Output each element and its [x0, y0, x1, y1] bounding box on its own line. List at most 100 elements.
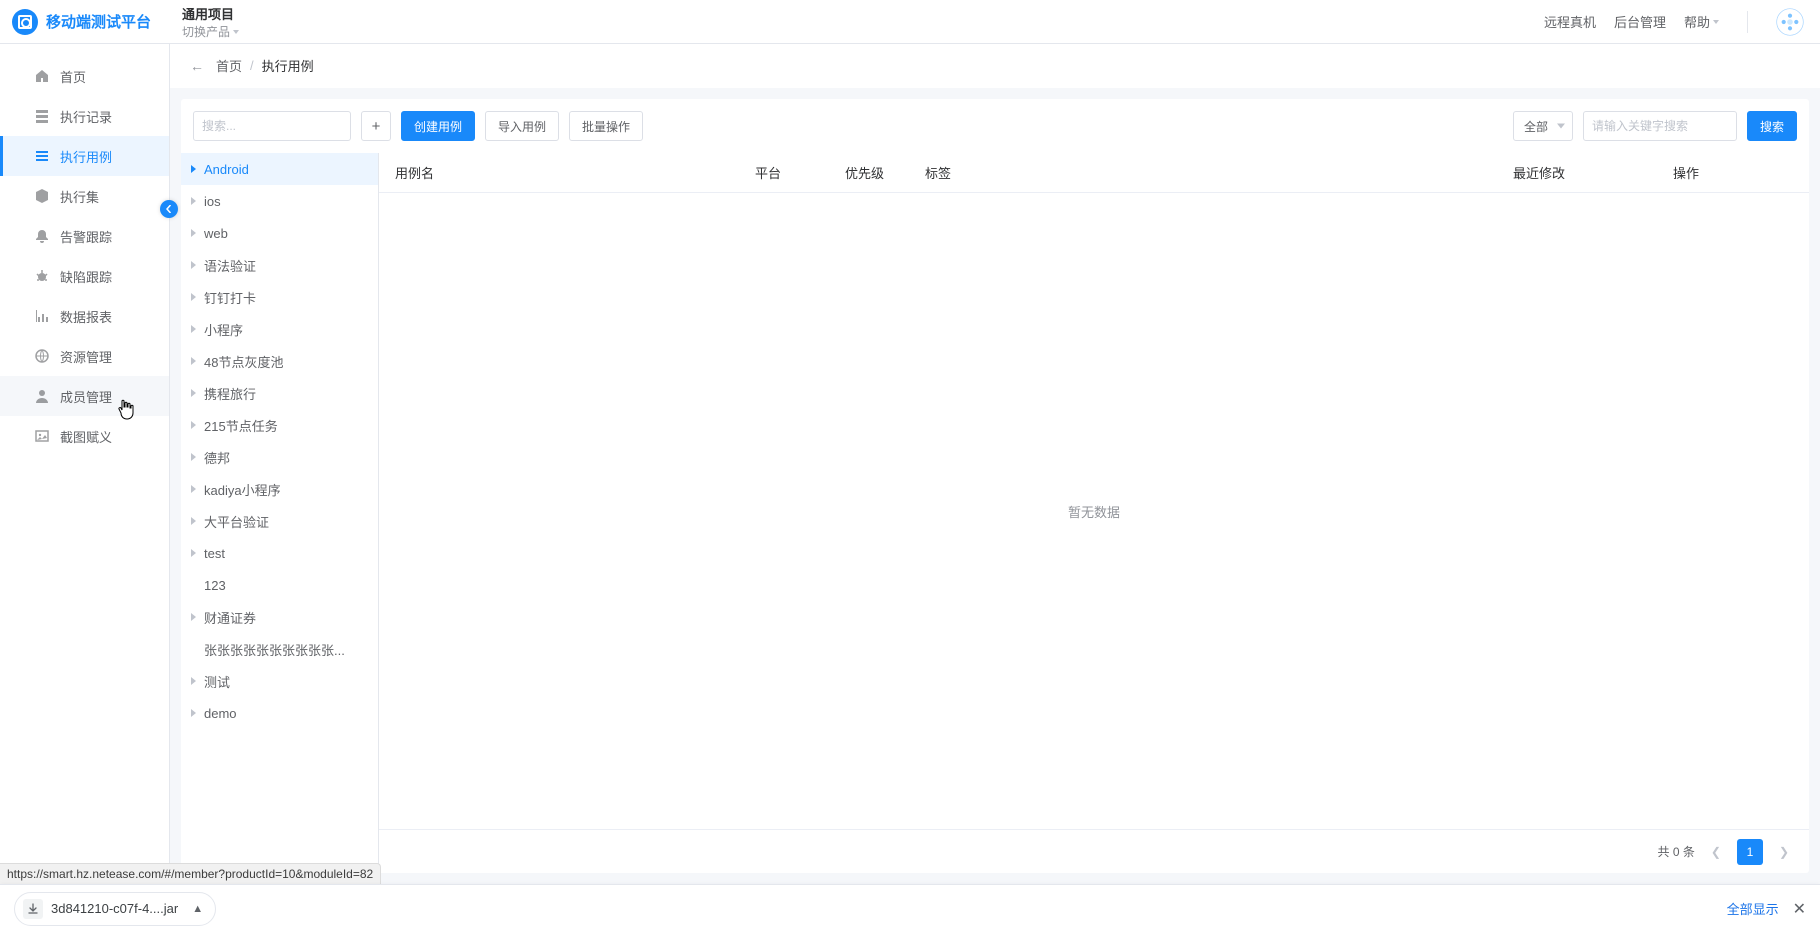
caret-right-icon [191, 293, 196, 301]
download-chip[interactable]: 3d841210-c07f-4....jar ▲ [14, 892, 216, 926]
sidebar-item-report[interactable]: 数据报表 [0, 296, 169, 336]
top-links: 远程真机 后台管理 帮助 [1544, 8, 1804, 36]
column-tag: 标签 [925, 163, 1513, 182]
menu-icon [34, 148, 50, 164]
main-column: ← 首页 / 执行用例 + 创建用例 导入用例 批量操作 全部 搜索 [170, 44, 1820, 884]
table-empty-text: 暂无数据 [379, 193, 1809, 829]
sidebar-item-label: 告警跟踪 [60, 227, 112, 246]
chevron-down-icon [1713, 20, 1719, 24]
caret-right-icon [191, 197, 196, 205]
chart-icon [34, 308, 50, 324]
sidebar-item-member[interactable]: 成员管理 [0, 376, 169, 416]
logo-text: 移动端测试平台 [46, 11, 151, 32]
tree-node-label: web [204, 226, 228, 241]
sidebar-item-exec-log[interactable]: 执行记录 [0, 96, 169, 136]
sidebar-item-label: 首页 [60, 67, 86, 86]
tree-node-label: demo [204, 706, 237, 721]
sidebar-item-label: 执行集 [60, 187, 99, 206]
tree-node-label: 大平台验证 [204, 512, 269, 531]
tree-node[interactable]: 德邦 [181, 441, 378, 473]
tree-node[interactable]: demo [181, 697, 378, 729]
tree-node[interactable]: 张张张张张张张张张张... [181, 633, 378, 665]
caret-right-icon [191, 549, 196, 557]
caret-right-icon [191, 421, 196, 429]
sidebar: 首页执行记录执行用例执行集告警跟踪缺陷跟踪数据报表资源管理成员管理截图赋义 [0, 44, 170, 884]
sidebar-item-resource[interactable]: 资源管理 [0, 336, 169, 376]
avatar[interactable] [1776, 8, 1804, 36]
total-count: 共 0 条 [1658, 843, 1695, 860]
page-number[interactable]: 1 [1737, 839, 1763, 865]
back-arrow-icon[interactable]: ← [190, 58, 204, 74]
tree-node[interactable]: ios [181, 185, 378, 217]
switch-product-link[interactable]: 切换产品 [182, 23, 239, 40]
sidebar-item-label: 成员管理 [60, 387, 112, 406]
caret-right-icon [191, 613, 196, 621]
tree-node[interactable]: Android [181, 153, 378, 185]
filter-select[interactable]: 全部 [1513, 111, 1573, 141]
tree-node[interactable]: 大平台验证 [181, 505, 378, 537]
sidebar-item-label: 缺陷跟踪 [60, 267, 112, 286]
close-download-bar-button[interactable]: ✕ [1793, 899, 1806, 919]
sidebar-item-label: 执行用例 [60, 147, 112, 166]
breadcrumb-current: 执行用例 [262, 56, 314, 75]
sidebar-item-home[interactable]: 首页 [0, 56, 169, 96]
logo-area[interactable]: 移动端测试平台 [0, 0, 170, 44]
import-case-button[interactable]: 导入用例 [485, 111, 559, 141]
tree-node[interactable]: 钉钉打卡 [181, 281, 378, 313]
top-header: 移动端测试平台 通用项目 切换产品 远程真机 后台管理 帮助 [0, 0, 1820, 44]
column-modified: 最近修改 [1513, 163, 1673, 182]
search-button[interactable]: 搜索 [1747, 111, 1797, 141]
tree-node[interactable]: 携程旅行 [181, 377, 378, 409]
keyword-input[interactable] [1583, 111, 1737, 141]
tree-search-input[interactable] [193, 111, 351, 141]
help-link[interactable]: 帮助 [1684, 12, 1719, 31]
tree-node-label: ios [204, 194, 221, 209]
sidebar-item-label: 截图赋义 [60, 427, 112, 446]
breadcrumb: ← 首页 / 执行用例 [170, 44, 1820, 88]
tree-node[interactable]: kadiya小程序 [181, 473, 378, 505]
tree-node[interactable]: web [181, 217, 378, 249]
tree-node-label: test [204, 546, 225, 561]
tree-node-label: 钉钉打卡 [204, 288, 256, 307]
image-icon [34, 428, 50, 444]
tree-pane[interactable]: Android ios web 语法验证钉钉打卡小程序48节点灰度池携程旅行215节点… [181, 153, 379, 873]
tree-node[interactable]: 财通证券 [181, 601, 378, 633]
tree-node[interactable]: 测试 [181, 665, 378, 697]
project-block: 通用项目 切换产品 [170, 3, 239, 41]
column-ops: 操作 [1673, 163, 1793, 182]
sidebar-item-exec-case[interactable]: 执行用例 [0, 136, 169, 176]
tree-node[interactable]: test [181, 537, 378, 569]
status-bar-url: https://smart.hz.netease.com/#/member?pr… [0, 863, 381, 884]
breadcrumb-home[interactable]: 首页 [216, 56, 242, 75]
pagination: 共 0 条 ❮ 1 ❯ [379, 829, 1809, 873]
caret-right-icon [191, 453, 196, 461]
user-icon [34, 388, 50, 404]
bell-icon [34, 228, 50, 244]
tree-node[interactable]: 小程序 [181, 313, 378, 345]
tree-node[interactable]: 123 [181, 569, 378, 601]
prev-page-button[interactable]: ❮ [1707, 845, 1725, 859]
sidebar-item-exec-set[interactable]: 执行集 [0, 176, 169, 216]
sidebar-item-alarm[interactable]: 告警跟踪 [0, 216, 169, 256]
sidebar-item-screenshot[interactable]: 截图赋义 [0, 416, 169, 456]
switch-product-label: 切换产品 [182, 23, 230, 40]
caret-right-icon [191, 229, 196, 237]
tree-node-label: 张张张张张张张张张张... [204, 640, 345, 659]
caret-right-icon [191, 325, 196, 333]
tree-node[interactable]: 语法验证 [181, 249, 378, 281]
batch-ops-button[interactable]: 批量操作 [569, 111, 643, 141]
tree-node[interactable]: 48节点灰度池 [181, 345, 378, 377]
add-tree-node-button[interactable]: + [361, 111, 391, 141]
tree-node[interactable]: 215节点任务 [181, 409, 378, 441]
remote-link[interactable]: 远程真机 [1544, 12, 1596, 31]
toolbar: + 创建用例 导入用例 批量操作 全部 搜索 [181, 99, 1809, 153]
collapse-sidebar-button[interactable] [160, 200, 178, 218]
column-priority: 优先级 [845, 163, 925, 182]
show-all-downloads-link[interactable]: 全部显示 [1727, 899, 1779, 918]
create-case-button[interactable]: 创建用例 [401, 111, 475, 141]
next-page-button[interactable]: ❯ [1775, 845, 1793, 859]
sidebar-item-bug[interactable]: 缺陷跟踪 [0, 256, 169, 296]
caret-right-icon [191, 709, 196, 717]
bug-icon [34, 268, 50, 284]
admin-link[interactable]: 后台管理 [1614, 12, 1666, 31]
